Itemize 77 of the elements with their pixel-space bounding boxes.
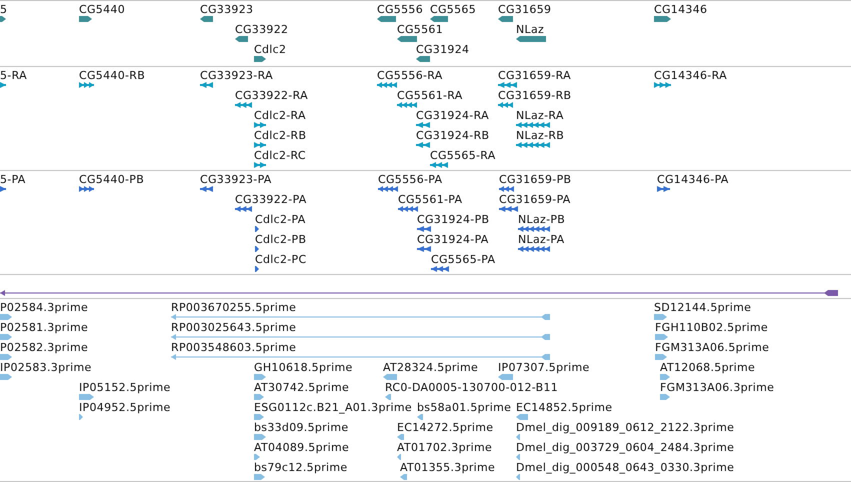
feature-label: FGH110B02.5prime	[655, 321, 768, 334]
feature-label: EC14852.5prime	[516, 401, 612, 414]
feature-label: 5-RA	[0, 69, 27, 82]
feature-label: CG33922-PA	[235, 193, 307, 206]
feature-label: CG14346-PA	[657, 173, 729, 186]
feature-label: CG31924-RA	[416, 109, 489, 122]
feature-label: Cdlc2-PC	[255, 253, 306, 266]
feature-label: SD12144.5prime	[654, 301, 752, 314]
feature-label: RC0-DA0005-130700-012-B11	[385, 381, 558, 394]
feature-label: FGM313A06.5prime	[655, 341, 770, 354]
feature-label: CG31659-PB	[499, 173, 572, 186]
feature-label: CG31659-RA	[498, 69, 571, 82]
feature-label: IP02583.3prime	[0, 361, 92, 374]
feature-label: CG33922-RA	[235, 89, 308, 102]
feature-label: GH10618.5prime	[254, 361, 353, 374]
feature-label: CG5556-PA	[378, 173, 442, 186]
feature-label: Cdlc2	[254, 43, 286, 56]
feature-label: bs33d09.5prime	[254, 421, 348, 434]
feature-label: CG5561-RA	[397, 89, 463, 102]
feature-label: CG5565-PA	[431, 253, 496, 266]
feature-label: EC14272.5prime	[397, 421, 494, 434]
feature-label: CG31924-RB	[416, 129, 490, 142]
feature-label: CG31659-PA	[499, 193, 571, 206]
feature-label: NLaz-PB	[518, 213, 566, 226]
feature-label: P02584.3prime	[0, 301, 88, 314]
feature-label: NLaz-PA	[518, 233, 564, 246]
feature-label: AT12068.5prime	[660, 361, 756, 374]
feature-label: NLaz	[516, 23, 544, 36]
feature-label: Dmel_dig_000548_0643_0330.3prime	[516, 461, 734, 474]
feature-label: AT30742.5prime	[254, 381, 350, 394]
feature-label: CG5440-RB	[79, 69, 146, 82]
feature-label: CG31659-RB	[498, 89, 572, 102]
feature-label: CG31659	[498, 3, 552, 16]
feature-label: CG33923-PA	[200, 173, 272, 186]
feature-label: Cdlc2-PA	[255, 213, 306, 226]
feature-label: Dmel_dig_003729_0604_2484.3prime	[516, 441, 734, 454]
feature-label: CG33922	[235, 23, 288, 36]
feature-label: IP04952.5prime	[79, 401, 171, 414]
feature-label: FGM313A06.3prime	[660, 381, 774, 394]
feature-label: RP003670255.5prime	[171, 301, 296, 314]
feature-label: Cdlc2-PB	[255, 233, 306, 246]
feature-label: CG31924-PA	[417, 233, 489, 246]
feature-label: CG5561	[397, 23, 443, 36]
feature-label: 5-PA	[0, 173, 26, 186]
feature-label: Cdlc2-RC	[254, 149, 306, 162]
feature-label: Cdlc2-RB	[254, 129, 306, 142]
feature-label: NLaz-RB	[516, 129, 564, 142]
feature-label: Cdlc2-RA	[254, 109, 306, 122]
feature-label: RP003548603.5prime	[171, 341, 296, 354]
feature-label: AT01355.3prime	[400, 461, 496, 474]
feature-label: CG5565-RA	[430, 149, 496, 162]
feature-label: P02582.3prime	[0, 341, 88, 354]
feature-label: CG14346	[654, 3, 708, 16]
feature-label: AT01702.3prime	[397, 441, 492, 454]
feature-label: CG14346-RA	[654, 69, 727, 82]
feature-label: IP07307.5prime	[498, 361, 590, 374]
feature-label: 5	[0, 3, 8, 16]
feature-label: CG31924-PB	[417, 213, 490, 226]
feature-label: CG5556-RA	[377, 69, 443, 82]
feature-label: bs79c12.5prime	[254, 461, 348, 474]
feature-label: Dmel_dig_009189_0612_2122.3prime	[516, 421, 734, 434]
feature-label: P02581.3prime	[0, 321, 88, 334]
feature-label: AT04089.5prime	[254, 441, 350, 454]
feature-label: RP003025643.5prime	[171, 321, 296, 334]
feature-label: bs58a01.5prime	[417, 401, 512, 414]
feature-label: CG5565	[430, 3, 476, 16]
feature-label: CG33923	[200, 3, 254, 16]
feature-label: AT28324.5prime	[383, 361, 478, 374]
feature-label: ESG0112c.B21_A01.3prime	[254, 401, 412, 414]
feature-label: CG5440-PB	[79, 173, 144, 186]
feature-label: CG31924	[416, 43, 470, 56]
feature-label: CG5561-PA	[398, 193, 462, 206]
feature-label: CG5440	[79, 3, 125, 16]
feature-label: NLaz-RA	[516, 109, 564, 122]
feature-label: CG33923-RA	[200, 69, 273, 82]
feature-label: IP05152.5prime	[79, 381, 171, 394]
feature-label: CG5556	[377, 3, 423, 16]
